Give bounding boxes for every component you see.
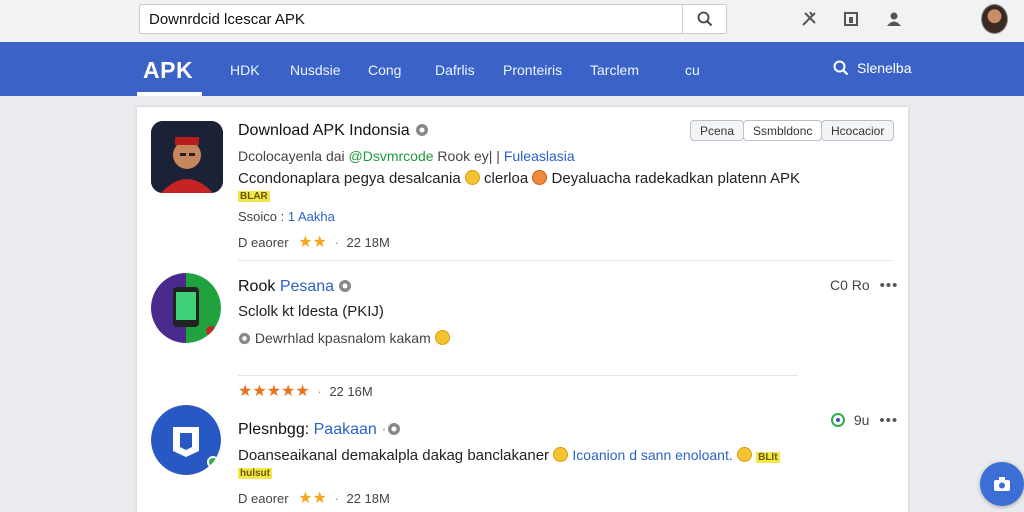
nav-item[interactable]: Dafrlis [435, 62, 475, 78]
nav-item[interactable]: Pronteiris [503, 62, 562, 78]
search-box[interactable]: Downrdcid lcescar APK [139, 4, 727, 34]
divider [238, 260, 893, 261]
avatar[interactable] [981, 4, 1008, 34]
result-actions: 9u ••• [830, 412, 898, 429]
divider [238, 375, 798, 376]
emoji-icon [434, 330, 450, 345]
result-download-line: Dewrhlad kpasnalom kakam [238, 330, 450, 346]
tag-badge: hulsut [238, 468, 272, 479]
account-icon[interactable] [883, 8, 905, 30]
verified-icon [339, 280, 351, 292]
badge[interactable]: Pcena [690, 120, 745, 141]
search-input[interactable]: Downrdcid lcescar APK [149, 11, 305, 28]
result-title-text[interactable]: Rook [238, 278, 275, 295]
top-bar: Downrdcid lcescar APK [0, 0, 1024, 42]
result-subtitle: Dcolocayenla dai @Dsvmrcode Rook ey| | F… [238, 148, 575, 164]
nav-item[interactable]: HDK [230, 62, 260, 78]
search-button[interactable] [682, 5, 726, 33]
emoji-icon [532, 170, 548, 185]
emoji-icon [736, 447, 752, 462]
star-icon: ★ [298, 234, 313, 251]
refresh-icon[interactable] [830, 412, 846, 428]
source-link[interactable]: @Dsvmrcode [349, 148, 434, 164]
category-link[interactable]: Fuleaslasia [504, 148, 575, 164]
result-title: Rook Pesana · [238, 278, 344, 296]
emoji-icon [464, 170, 480, 185]
camera-icon [994, 477, 1010, 491]
search-icon [833, 60, 849, 76]
rating-row: D eaorer ★★ · 22 18M [238, 234, 390, 251]
star-icon: ★ [312, 490, 327, 507]
main-nav: APK HDK Nusdsie Cong Dafrlis Pronteiris … [0, 42, 1024, 96]
rating-row: D eaorer ★★ · 22 18M [238, 490, 390, 507]
app-icon[interactable] [151, 405, 221, 475]
tag-badge: BLAR [238, 191, 270, 202]
more-options-icon[interactable]: ••• [880, 277, 899, 294]
app-icon[interactable] [151, 273, 221, 343]
window-icon[interactable] [840, 8, 862, 30]
search-icon [697, 11, 712, 27]
results-card: Download APK Indonsia Pcena Ssmbldonc Hc… [137, 107, 908, 512]
verified-icon [416, 124, 428, 136]
active-tab-indicator [137, 92, 202, 96]
star-icon: ★ [298, 490, 313, 507]
nav-search-label: Slenelba [857, 60, 912, 76]
star-icon: ★ [295, 383, 310, 400]
verified-icon [388, 423, 400, 435]
result-title: Plesnbgg: Paakaan · [238, 421, 387, 438]
info-icon [238, 332, 251, 345]
tag-badge: BLIt [756, 452, 780, 463]
nav-logo[interactable]: APK [143, 57, 193, 84]
star-icon: ★ [266, 383, 282, 400]
description-link[interactable]: Icoanion d sann enoloant. [572, 447, 732, 463]
star-icon: ★ [281, 383, 296, 400]
nav-item[interactable]: cu [685, 62, 700, 78]
result-description: Doanseaikanal demakalpla dakag banclakan… [238, 447, 780, 464]
camera-button[interactable] [980, 462, 1024, 506]
result-description: Ccondonaplara pegya desalcania clerloa D… [238, 170, 801, 187]
result-subtitle: Sclolk kt ldesta (PKIJ) [238, 303, 384, 320]
star-icon: ★ [252, 383, 267, 400]
star-icon: ★ [238, 383, 253, 400]
result-meta: Ssoico : 1 Aakha [238, 209, 335, 224]
result-title[interactable]: Download APK Indonsia [238, 122, 410, 140]
rating-row: ★★★★★ · 22 16M [238, 383, 373, 400]
nav-search-button[interactable]: Slenelba [833, 60, 912, 76]
publisher-link[interactable]: Pesana [280, 278, 334, 295]
nav-item[interactable]: Cong [368, 62, 401, 78]
nav-item[interactable]: Tarclem [590, 62, 639, 78]
more-options-icon[interactable]: ••• [879, 412, 898, 429]
emoji-icon [553, 447, 569, 462]
result-actions: C0 Ro ••• [830, 277, 899, 294]
app-icon[interactable] [151, 121, 223, 193]
badge[interactable]: Hcocacior [821, 120, 895, 141]
nav-item[interactable]: Nusdsie [290, 62, 341, 78]
publisher-link[interactable]: Paakaan [314, 421, 377, 438]
meta-link[interactable]: 1 Aakha [288, 209, 335, 224]
tools-icon[interactable] [798, 8, 820, 30]
badge[interactable]: Ssmbldonc [743, 120, 823, 141]
star-icon: ★ [312, 234, 327, 251]
result-title-text[interactable]: Plesnbgg: [238, 421, 309, 438]
